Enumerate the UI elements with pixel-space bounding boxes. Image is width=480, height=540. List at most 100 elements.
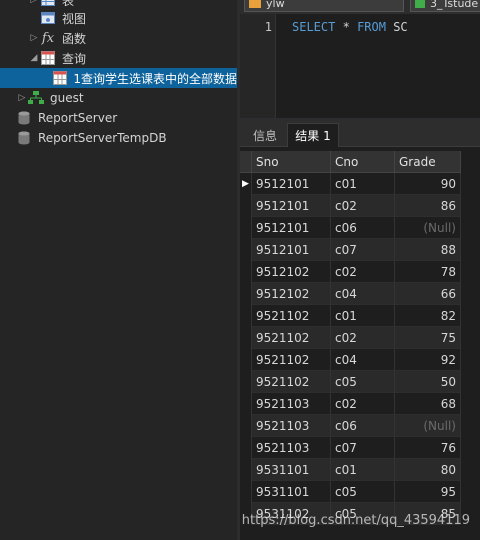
- table-row[interactable]: 9521103 c06 (Null): [240, 415, 480, 437]
- row-indicator[interactable]: [240, 349, 252, 371]
- sql-editor[interactable]: 1 SELECT * FROM SC: [240, 14, 480, 118]
- table-row[interactable]: ▶ 9512101 c01 90: [240, 173, 480, 195]
- cell-cno[interactable]: c06: [331, 217, 395, 239]
- cell-sno[interactable]: 9512102: [252, 261, 331, 283]
- tree-item-label: 视图: [62, 11, 87, 26]
- connection-select[interactable]: ylw: [244, 0, 404, 12]
- tab-info[interactable]: 信息: [246, 123, 284, 147]
- database-select[interactable]: 3_Tstude: [410, 0, 480, 12]
- sql-code[interactable]: SELECT * FROM SC: [292, 20, 408, 34]
- cell-cno[interactable]: c05: [331, 371, 395, 393]
- cell-cno[interactable]: c02: [331, 327, 395, 349]
- cell-grade[interactable]: 92: [395, 349, 461, 371]
- table-row[interactable]: 9512101 c06 (Null): [240, 217, 480, 239]
- cell-sno[interactable]: 9531101: [252, 459, 331, 481]
- column-header-sno[interactable]: Sno: [252, 151, 331, 173]
- cell-cno[interactable]: c06: [331, 415, 395, 437]
- table-row[interactable]: 9521102 c05 50: [240, 371, 480, 393]
- cell-cno[interactable]: c07: [331, 437, 395, 459]
- cell-grade[interactable]: 76: [395, 437, 461, 459]
- cell-sno[interactable]: 9512102: [252, 283, 331, 305]
- table-row[interactable]: 9521102 c01 82: [240, 305, 480, 327]
- cell-grade[interactable]: 88: [395, 239, 461, 261]
- chevron-right-icon[interactable]: ▷: [28, 33, 40, 43]
- cell-grade[interactable]: 86: [395, 195, 461, 217]
- cell-cno[interactable]: c01: [331, 173, 395, 195]
- table-row[interactable]: 9531101 c01 80: [240, 459, 480, 481]
- table-row[interactable]: 9521103 c02 68: [240, 393, 480, 415]
- cell-grade[interactable]: 50: [395, 371, 461, 393]
- row-indicator[interactable]: [240, 283, 252, 305]
- cell-sno[interactable]: 9531101: [252, 481, 331, 503]
- table-row[interactable]: 9512101 c07 88: [240, 239, 480, 261]
- table-row[interactable]: 9521102 c04 92: [240, 349, 480, 371]
- column-header-cno[interactable]: Cno: [331, 151, 395, 173]
- tree-item-reportserver[interactable]: ReportServer: [0, 108, 237, 128]
- cell-cno[interactable]: c07: [331, 239, 395, 261]
- cell-cno[interactable]: c02: [331, 393, 395, 415]
- tab-result-1[interactable]: 结果 1: [287, 123, 339, 147]
- table-row[interactable]: 9512102 c04 66: [240, 283, 480, 305]
- cell-sno[interactable]: 9512101: [252, 173, 331, 195]
- chevron-right-icon[interactable]: ▷: [28, 0, 40, 5]
- row-indicator[interactable]: [240, 393, 252, 415]
- cell-cno[interactable]: c04: [331, 283, 395, 305]
- cell-grade[interactable]: 68: [395, 393, 461, 415]
- cell-sno[interactable]: 9521102: [252, 371, 331, 393]
- query-folder-icon: [40, 50, 56, 66]
- row-indicator[interactable]: [240, 195, 252, 217]
- table-row[interactable]: 9512101 c02 86: [240, 195, 480, 217]
- row-indicator[interactable]: [240, 437, 252, 459]
- cell-cno[interactable]: c01: [331, 459, 395, 481]
- row-indicator[interactable]: [240, 481, 252, 503]
- cell-grade[interactable]: 90: [395, 173, 461, 195]
- current-row-indicator-icon[interactable]: ▶: [240, 173, 252, 195]
- row-indicator[interactable]: [240, 239, 252, 261]
- table-row[interactable]: 9521103 c07 76: [240, 437, 480, 459]
- column-header-grade[interactable]: Grade: [395, 151, 461, 173]
- cell-sno[interactable]: 9521102: [252, 305, 331, 327]
- table-row[interactable]: 9512102 c02 78: [240, 261, 480, 283]
- tree-item-guest[interactable]: ▷ guest: [0, 88, 237, 108]
- row-indicator[interactable]: [240, 459, 252, 481]
- result-grid[interactable]: Sno Cno Grade ▶ 9512101 c01 90 9512101 c02 86 9…: [240, 149, 480, 540]
- cell-cno[interactable]: c04: [331, 349, 395, 371]
- cell-sno[interactable]: 9512101: [252, 217, 331, 239]
- row-indicator[interactable]: [240, 371, 252, 393]
- tree-item-views[interactable]: 视图: [0, 8, 237, 28]
- row-indicator[interactable]: [240, 261, 252, 283]
- table-row[interactable]: 9531101 c05 95: [240, 481, 480, 503]
- tree-item-reportservertempdb[interactable]: ReportServerTempDB: [0, 128, 237, 148]
- tree-item-queries[interactable]: ◢ 查询: [0, 48, 237, 68]
- cell-sno[interactable]: 9512101: [252, 239, 331, 261]
- query-icon: [53, 70, 68, 86]
- cell-grade[interactable]: 78: [395, 261, 461, 283]
- cell-grade[interactable]: 66: [395, 283, 461, 305]
- cell-sno[interactable]: 9521103: [252, 393, 331, 415]
- cell-grade[interactable]: 75: [395, 327, 461, 349]
- cell-grade[interactable]: 82: [395, 305, 461, 327]
- row-indicator[interactable]: [240, 415, 252, 437]
- cell-sno[interactable]: 9521103: [252, 437, 331, 459]
- chevron-down-icon[interactable]: ◢: [28, 53, 40, 63]
- tree-item-query-1[interactable]: 1查询学生选课表中的全部数据: [0, 68, 237, 88]
- cell-grade[interactable]: (Null): [395, 415, 461, 437]
- cell-sno[interactable]: 9521102: [252, 327, 331, 349]
- cell-sno[interactable]: 9521103: [252, 415, 331, 437]
- table-row[interactable]: 9521102 c02 75: [240, 327, 480, 349]
- cell-sno[interactable]: 9521102: [252, 349, 331, 371]
- chevron-right-icon[interactable]: ▷: [16, 93, 28, 103]
- cell-grade[interactable]: 80: [395, 459, 461, 481]
- cell-sno[interactable]: 9512101: [252, 195, 331, 217]
- row-indicator[interactable]: [240, 305, 252, 327]
- cell-cno[interactable]: c02: [331, 261, 395, 283]
- cell-grade[interactable]: (Null): [395, 217, 461, 239]
- tree-item-label: 1查询学生选课表中的全部数据: [73, 71, 237, 86]
- tree-item-functions[interactable]: ▷ fx 函数: [0, 28, 237, 48]
- row-indicator[interactable]: [240, 217, 252, 239]
- row-indicator[interactable]: [240, 327, 252, 349]
- cell-cno[interactable]: c01: [331, 305, 395, 327]
- cell-grade[interactable]: 95: [395, 481, 461, 503]
- cell-cno[interactable]: c02: [331, 195, 395, 217]
- cell-cno[interactable]: c05: [331, 481, 395, 503]
